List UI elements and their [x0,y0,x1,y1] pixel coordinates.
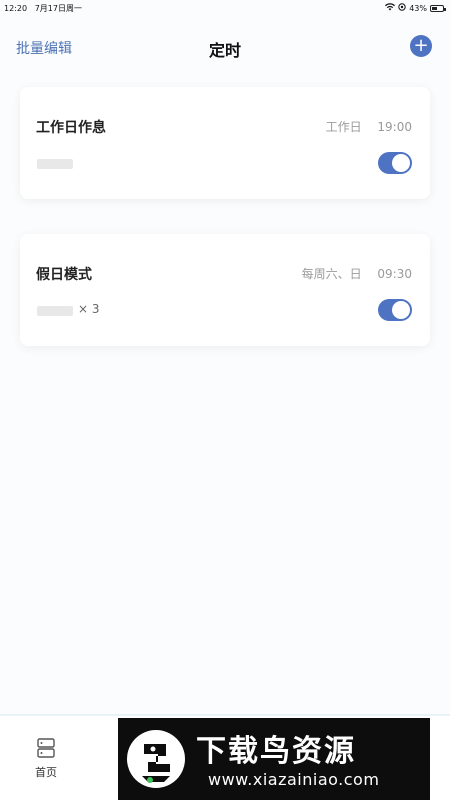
schedule-name: 假日模式 [36,267,92,283]
page-title: 定时 [208,41,241,60]
status-left: 12:20 7月17日周一 [4,3,82,14]
header: 批量编辑 定时 + [0,30,450,64]
wifi-icon [385,3,396,13]
schedule-meta: 工作日 19:00 [326,118,412,135]
schedule-toggle[interactable] [378,152,412,174]
status-time: 12:20 [4,4,28,13]
watermark-title: 下载鸟资源 [196,734,356,769]
status-right: 43% [385,3,446,13]
bird-logo-icon [126,728,186,790]
status-bar: 12:20 7月17日周一 43% [0,0,450,18]
device-placeholder [37,159,73,169]
repeat-count: × 3 [78,302,100,316]
schedule-time: 09:30 [377,267,412,281]
schedule-name: 工作日作息 [36,120,106,136]
screen: 12:20 7月17日周一 43% 批量编辑 定时 + 工作日作息 工作日 19… [0,0,450,800]
device-placeholder [37,306,73,316]
schedule-card[interactable]: 假日模式 每周六、日 09:30 × 3 [20,234,430,346]
schedule-days: 工作日 [325,120,362,134]
toggle-knob [392,301,410,319]
schedule-time: 19:00 [377,120,412,134]
tab-home-label: 首页 [35,766,57,779]
toggle-knob [392,154,410,172]
schedule-days: 每周六、日 [301,267,362,281]
status-date: 7月17日周一 [34,4,82,13]
schedule-toggle[interactable] [378,299,412,321]
battery-icon [430,4,446,12]
location-icon [398,3,406,13]
watermark-url: www.xiazainiao.com [208,770,380,789]
battery-percent: 43% [409,3,427,13]
plus-icon: + [413,35,429,56]
add-schedule-button[interactable]: + [410,35,432,57]
schedule-card[interactable]: 工作日作息 工作日 19:00 [20,87,430,199]
watermark-banner: 下载鸟资源 www.xiazainiao.com [118,718,430,800]
tab-home[interactable]: 首页 [24,738,68,780]
schedule-meta: 每周六、日 09:30 [302,265,412,282]
home-device-icon [37,738,55,758]
